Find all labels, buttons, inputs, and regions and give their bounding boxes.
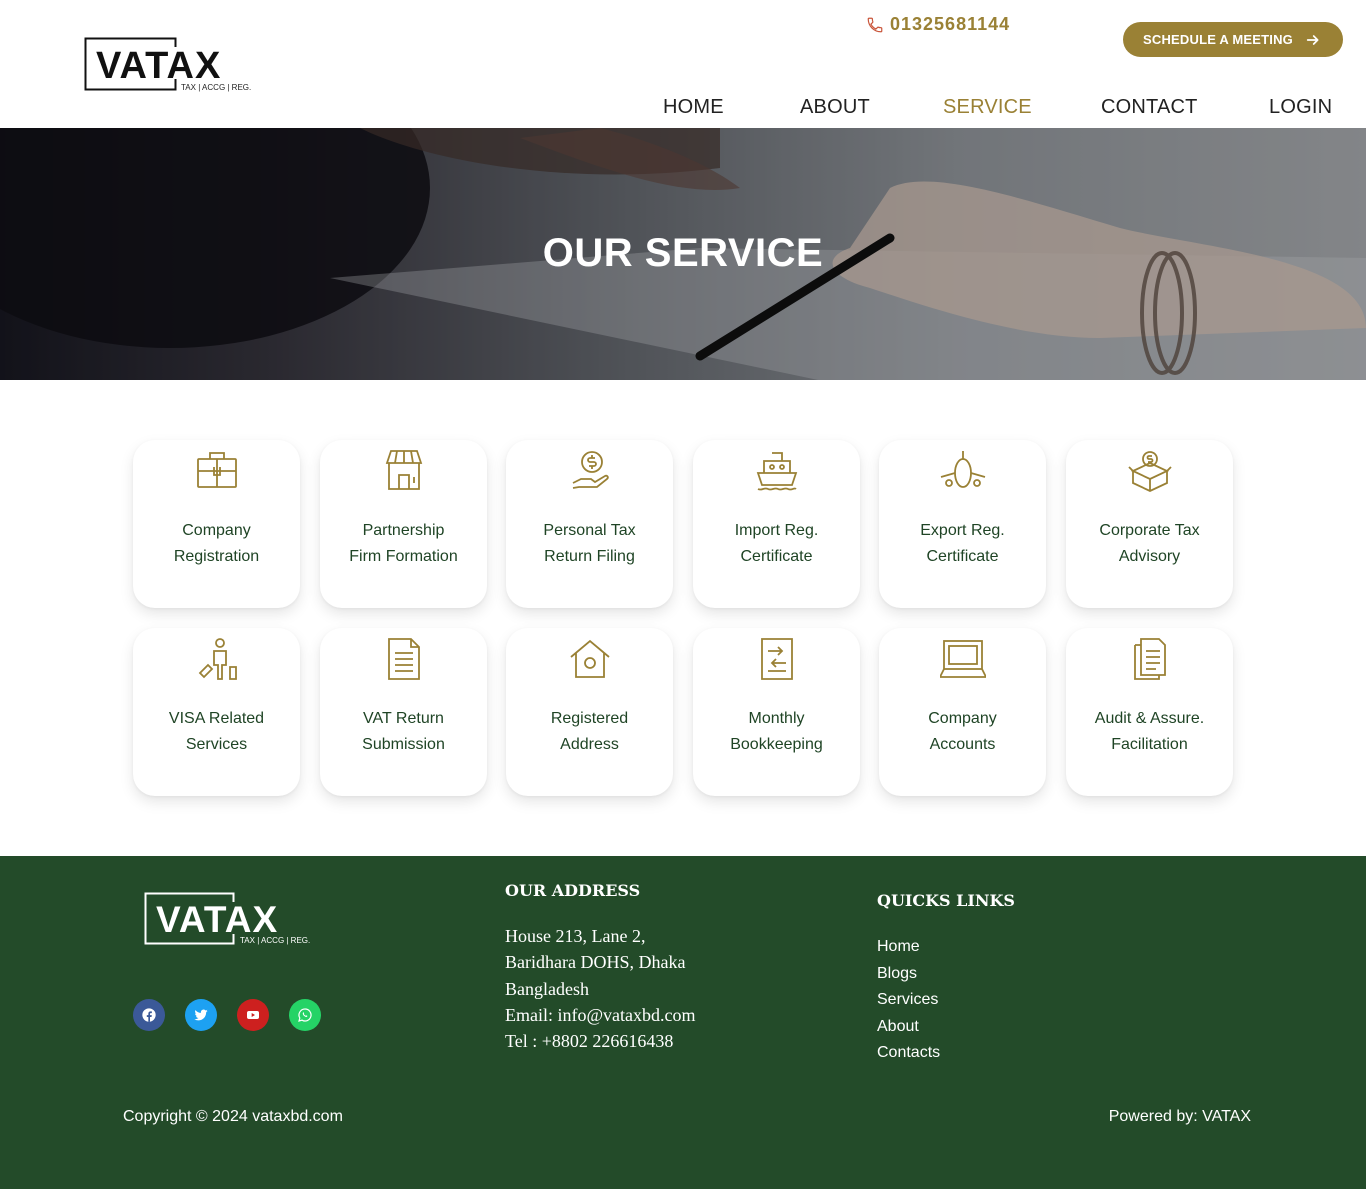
- service-label: Accounts: [929, 736, 996, 753]
- footer-link-contacts[interactable]: Contacts: [877, 1040, 940, 1067]
- ship-icon: [756, 452, 798, 491]
- address-heading: OUR ADDRESS: [505, 881, 641, 900]
- main-nav: HOME ABOUT SERVICE CONTACT LOGIN: [0, 96, 1366, 122]
- service-label: Certificate: [740, 548, 813, 565]
- airplane-icon: [940, 451, 986, 488]
- quick-links: Home Blogs Services About Contacts: [877, 934, 940, 1067]
- footer-link-about[interactable]: About: [877, 1014, 940, 1041]
- service-label: Bookkeeping: [730, 736, 823, 753]
- service-label: Registration: [173, 548, 260, 565]
- vatax-logo[interactable]: VATAX TAX | ACCG | REG.: [84, 37, 264, 93]
- site-header: VATAX TAX | ACCG | REG. 01325681144 SCHE…: [0, 0, 1366, 128]
- logo-tagline: TAX | ACCG | REG.: [181, 83, 251, 92]
- service-card-visa[interactable]: VISA Related Services: [133, 628, 300, 796]
- briefcase-icon: [197, 452, 237, 488]
- money-hand-icon: [572, 451, 609, 489]
- traveler-icon: [198, 638, 237, 680]
- service-card-corporate-tax[interactable]: Corporate Tax Advisory: [1066, 440, 1233, 608]
- youtube-icon[interactable]: [237, 999, 269, 1031]
- storefront-icon: [385, 450, 423, 490]
- site-footer: VATAX TAX | ACCG | REG. OUR ADDRESS Hous…: [0, 856, 1366, 1189]
- service-label: Monthly: [748, 710, 805, 727]
- service-label: VAT Return: [363, 710, 444, 727]
- phone-text[interactable]: 01325681144: [890, 14, 1010, 35]
- schedule-meeting-button[interactable]: SCHEDULE A MEETING: [1123, 22, 1343, 57]
- service-card-export-reg[interactable]: Export Reg. Certificate: [879, 440, 1046, 608]
- nav-about[interactable]: ABOUT: [800, 96, 870, 119]
- money-box-icon: [1128, 451, 1172, 492]
- service-label: Certificate: [926, 548, 999, 565]
- nav-home[interactable]: HOME: [663, 96, 724, 119]
- ledger-icon: [761, 638, 793, 680]
- service-card-vat-return[interactable]: VAT Return Submission: [320, 628, 487, 796]
- powered-by-text: Powered by: VATAX: [1108, 1108, 1251, 1125]
- nav-login[interactable]: LOGIN: [1269, 96, 1332, 119]
- service-label: Company: [182, 522, 251, 539]
- service-label: Personal Tax: [543, 522, 636, 539]
- arrow-right-icon: [1306, 34, 1319, 45]
- laptop-icon: [940, 640, 986, 678]
- phone-icon: [867, 17, 883, 32]
- address-block: House 213, Lane 2, Baridhara DOHS, Dhaka…: [505, 923, 696, 1054]
- footer-vatax-logo[interactable]: VATAX TAX | ACCG | REG.: [144, 892, 320, 946]
- footer-link-blogs[interactable]: Blogs: [877, 961, 940, 988]
- service-label: Submission: [362, 736, 445, 753]
- nav-contact[interactable]: CONTACT: [1101, 96, 1198, 119]
- service-label: Registered: [550, 710, 629, 727]
- quick-links-heading: QUICKS LINKS: [877, 891, 1015, 910]
- service-label: Corporate Tax: [1099, 522, 1200, 539]
- service-label: Services: [185, 736, 248, 753]
- social-links: [133, 999, 321, 1031]
- twitter-icon[interactable]: [185, 999, 217, 1031]
- cta-label: SCHEDULE A MEETING: [1143, 32, 1293, 47]
- service-label: Return Filing: [544, 548, 635, 565]
- report-icon: [1134, 638, 1166, 680]
- service-label: Export Reg.: [920, 522, 1005, 539]
- tel-line: Tel : +8802 226616438: [505, 1031, 674, 1052]
- service-card-company-registration[interactable]: Company Registration: [133, 440, 300, 608]
- service-card-partnership[interactable]: Partnership Firm Formation: [320, 440, 487, 608]
- service-card-bookkeeping[interactable]: Monthly Bookkeeping: [693, 628, 860, 796]
- copyright-text: Copyright © 2024 vataxbd.com: [123, 1108, 343, 1125]
- service-label: VISA Related: [168, 710, 265, 727]
- logo-wordmark: VATAX: [96, 45, 221, 87]
- footer-link-home[interactable]: Home: [877, 934, 940, 961]
- address-line: Bangladesh: [505, 978, 589, 999]
- service-label: Advisory: [1118, 548, 1181, 565]
- service-card-company-accounts[interactable]: Company Accounts: [879, 628, 1046, 796]
- service-card-import-reg[interactable]: Import Reg. Certificate: [693, 440, 860, 608]
- document-icon: [388, 638, 420, 680]
- service-label: Company: [928, 710, 997, 727]
- service-label: Facilitation: [1111, 736, 1188, 753]
- address-line: House 213, Lane 2,: [505, 926, 646, 946]
- service-label: Partnership: [362, 522, 445, 539]
- whatsapp-icon[interactable]: [289, 999, 321, 1031]
- hero-banner: OUR SERVICE: [0, 128, 1366, 380]
- email-line: Email: info@vataxbd.com: [505, 1004, 696, 1025]
- footer-logo-wordmark: VATAX: [156, 899, 278, 940]
- house-icon: [570, 639, 610, 678]
- service-label: Import Reg.: [734, 522, 819, 539]
- facebook-icon[interactable]: [133, 999, 165, 1031]
- nav-service[interactable]: SERVICE: [943, 96, 1032, 119]
- service-card-registered-address[interactable]: Registered Address: [506, 628, 673, 796]
- footer-link-services[interactable]: Services: [877, 987, 940, 1014]
- hero-title: OUR SERVICE: [542, 231, 824, 275]
- phone-number[interactable]: 01325681144: [866, 14, 1010, 35]
- address-line: Baridhara DOHS, Dhaka: [505, 952, 686, 973]
- service-card-audit[interactable]: Audit & Assure. Facilitation: [1066, 628, 1233, 796]
- service-card-personal-tax[interactable]: Personal Tax Return Filing: [506, 440, 673, 608]
- service-label: Firm Formation: [349, 548, 458, 565]
- service-label: Address: [560, 736, 619, 753]
- footer-logo-tagline: TAX | ACCG | REG.: [240, 936, 310, 945]
- service-label: Audit & Assure.: [1094, 710, 1205, 727]
